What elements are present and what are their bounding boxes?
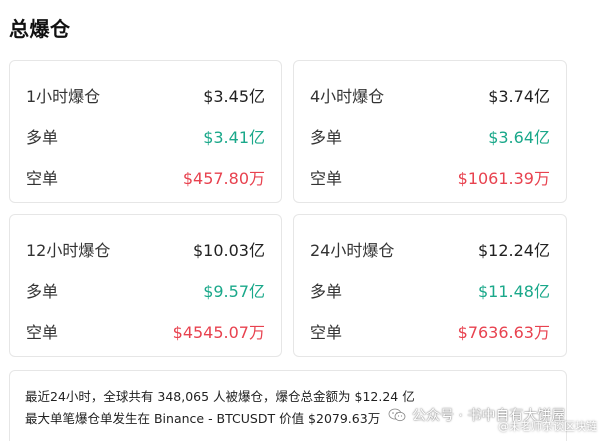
total-value: $3.45亿: [203, 87, 265, 106]
period-label: 12小时爆仓: [26, 241, 111, 260]
short-label: 空单: [310, 323, 343, 342]
long-label: 多单: [26, 282, 59, 301]
long-label: 多单: [310, 282, 343, 301]
total-value: $3.74亿: [488, 87, 550, 106]
short-value: $457.80万: [182, 169, 265, 188]
liquidation-card-4h: 4小时爆仓 $3.74亿 多单 $3.64亿 空单 $1061.39万: [293, 60, 567, 203]
long-value: $11.48亿: [478, 282, 550, 301]
short-label: 空单: [26, 169, 59, 188]
long-label: 多单: [310, 128, 343, 147]
long-row: 多单 $3.41亿: [26, 124, 265, 148]
short-value: $7636.63万: [457, 323, 550, 342]
short-row: 空单 $1061.39万: [310, 165, 550, 189]
total-row: 1小时爆仓 $3.45亿: [26, 83, 265, 107]
total-row: 24小时爆仓 $12.24亿: [310, 237, 550, 261]
wechat-icon: [388, 408, 406, 422]
short-label: 空单: [310, 169, 343, 188]
total-row: 12小时爆仓 $10.03亿: [26, 237, 265, 261]
short-value: $1061.39万: [457, 169, 550, 188]
long-value: $3.41亿: [203, 128, 265, 147]
liquidation-card-12h: 12小时爆仓 $10.03亿 多单 $9.57亿 空单 $4545.07万: [9, 214, 282, 357]
watermark-sub: @未老师杂谈区块链: [498, 420, 597, 433]
long-value: $3.64亿: [488, 128, 550, 147]
liquidation-card-1h: 1小时爆仓 $3.45亿 多单 $3.41亿 空单 $457.80万: [9, 60, 282, 203]
period-label: 1小时爆仓: [26, 87, 101, 106]
long-label: 多单: [26, 128, 59, 147]
short-row: 空单 $457.80万: [26, 165, 265, 189]
total-value: $10.03亿: [193, 241, 265, 260]
total-row: 4小时爆仓 $3.74亿: [310, 83, 550, 107]
short-value: $4545.07万: [172, 323, 265, 342]
total-value: $12.24亿: [478, 241, 550, 260]
liquidation-panel: 总爆仓 1小时爆仓 $3.45亿 多单 $3.41亿 空单 $457.80万 4…: [0, 0, 612, 441]
period-label: 24小时爆仓: [310, 241, 395, 260]
short-label: 空单: [26, 323, 59, 342]
page-title: 总爆仓: [9, 17, 71, 41]
long-value: $9.57亿: [203, 282, 265, 301]
liquidation-card-24h: 24小时爆仓 $12.24亿 多单 $11.48亿 空单 $7636.63万: [293, 214, 567, 357]
short-row: 空单 $4545.07万: [26, 319, 265, 343]
period-label: 4小时爆仓: [310, 87, 385, 106]
short-row: 空单 $7636.63万: [310, 319, 550, 343]
long-row: 多单 $3.64亿: [310, 124, 550, 148]
long-row: 多单 $11.48亿: [310, 278, 550, 302]
long-row: 多单 $9.57亿: [26, 278, 265, 302]
